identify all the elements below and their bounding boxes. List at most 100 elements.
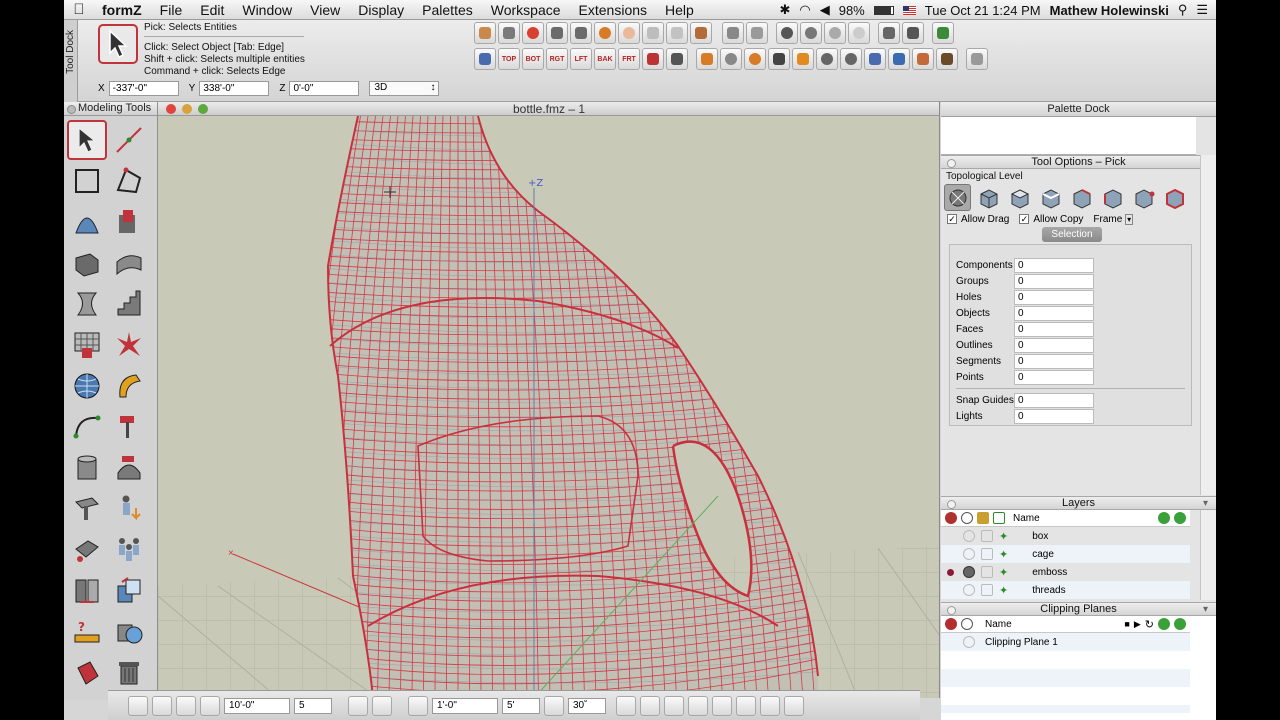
line-tool-icon[interactable] [109, 120, 149, 160]
modeling-tools-title[interactable]: Modeling Tools [64, 102, 157, 116]
layers-title[interactable]: Layers [941, 496, 1216, 510]
loft-tool-icon[interactable] [67, 284, 107, 324]
zoom-all-icon[interactable] [888, 48, 910, 70]
active-column-icon[interactable] [945, 618, 957, 630]
bend-tool-icon[interactable] [109, 366, 149, 406]
zoom-icon[interactable] [816, 48, 838, 70]
clipping-name-header[interactable]: Name [985, 619, 1012, 630]
sphere-tool-icon[interactable] [67, 366, 107, 406]
no-snap-icon[interactable] [616, 695, 636, 716]
battery-icon[interactable] [873, 5, 894, 15]
angle-field[interactable] [568, 697, 606, 714]
tool-options-scrollbar[interactable] [1200, 155, 1216, 495]
snap-face-icon[interactable] [784, 695, 804, 716]
tool-dock-handle[interactable]: Tool Dock [64, 20, 78, 102]
curve-tool-icon[interactable] [67, 407, 107, 447]
lock-column-icon[interactable] [977, 512, 989, 524]
warning-icon[interactable] [348, 695, 368, 716]
input-source-flag-icon[interactable] [902, 5, 916, 15]
allow-drag-checkbox[interactable]: ✓ Allow Drag [947, 214, 1009, 225]
reference-plane-icon[interactable] [176, 695, 196, 716]
shaded-smooth-icon[interactable] [800, 22, 822, 44]
dome-tool-icon[interactable] [67, 202, 107, 242]
topo-automatic-icon[interactable] [944, 184, 971, 211]
snap-icon[interactable]: ✦ [999, 584, 1008, 597]
menu-display[interactable]: Display [349, 2, 413, 18]
mesh-tool-icon[interactable] [67, 325, 107, 365]
figure-tool-icon[interactable] [109, 489, 149, 529]
spotlight-search-icon[interactable]: ⚲ [1178, 2, 1188, 18]
snap-icon[interactable]: ✦ [999, 566, 1008, 579]
menu-app-name[interactable]: formZ [94, 2, 151, 18]
axonometric-icon[interactable] [642, 48, 664, 70]
measure-tool-icon[interactable]: ? [67, 612, 107, 652]
selection-button[interactable]: Selection [1042, 227, 1102, 242]
explode-tool-icon[interactable] [109, 325, 149, 365]
eye-icon[interactable] [963, 566, 975, 578]
view-axes-icon[interactable] [474, 48, 496, 70]
clipping-planes-title[interactable]: Clipping Planes [941, 602, 1216, 616]
layer-row[interactable]: ✦ threads [941, 581, 1190, 599]
mirror-tool-icon[interactable] [67, 571, 107, 611]
3d-scene[interactable]: × +Z [158, 116, 940, 698]
snap-icon[interactable]: ✦ [999, 530, 1008, 543]
deform-tool-icon[interactable] [109, 448, 149, 488]
perspective-icon[interactable] [666, 48, 688, 70]
pan-orbit-icon[interactable] [696, 48, 718, 70]
view-bottom-button[interactable]: BOT [522, 48, 544, 70]
cancel-icon[interactable] [522, 22, 544, 44]
menu-file[interactable]: File [151, 2, 192, 18]
snap-intersection-icon[interactable] [760, 695, 780, 716]
stairs-tool-icon[interactable] [109, 284, 149, 324]
open-folder-icon[interactable] [474, 22, 496, 44]
menu-window[interactable]: Window [233, 2, 301, 18]
move-tool-icon[interactable] [67, 489, 107, 529]
menu-workspace[interactable]: Workspace [482, 2, 570, 18]
eye-icon[interactable] [963, 584, 975, 596]
eye-icon[interactable] [963, 548, 975, 560]
bluetooth-icon[interactable]: ✱ [779, 2, 790, 18]
pick-tool-icon[interactable] [67, 120, 107, 160]
active-column-icon[interactable] [945, 512, 957, 524]
view-right-button[interactable]: RGT [546, 48, 568, 70]
cube-icon[interactable] [902, 22, 924, 44]
coordinate-mode-select[interactable]: 3D ↕ [369, 80, 440, 96]
layer-options-icon[interactable] [1174, 512, 1186, 524]
active-layer-dot-icon[interactable] [947, 568, 954, 576]
snap-size-field[interactable] [432, 697, 498, 714]
film-icon[interactable] [936, 48, 958, 70]
wifi-icon[interactable]: ◠ [799, 2, 810, 18]
snap-icon[interactable]: ✦ [999, 548, 1008, 561]
save-icon[interactable] [546, 22, 568, 44]
battery-text[interactable]: 98% [839, 3, 865, 18]
clipping-plane-row[interactable]: Clipping Plane 1 [941, 633, 1190, 651]
pencil-icon[interactable] [878, 22, 900, 44]
snap-settings-icon[interactable] [408, 695, 428, 716]
block-tool-icon[interactable] [67, 243, 107, 283]
lock-icon[interactable] [981, 548, 993, 560]
hand-select-icon[interactable] [498, 22, 520, 44]
layer-row[interactable]: ✦ box [941, 527, 1190, 545]
menu-help[interactable]: Help [656, 2, 703, 18]
extrude-tool-icon[interactable] [109, 202, 149, 242]
snap-toggle-icon[interactable] [372, 695, 392, 716]
copy-icon[interactable] [666, 22, 688, 44]
z-coordinate-field[interactable] [289, 80, 360, 96]
transform-tool-icon[interactable] [67, 530, 107, 570]
view-top-button[interactable]: TOP [498, 48, 520, 70]
tool-options-title[interactable]: Tool Options – Pick [941, 155, 1216, 169]
y-coordinate-field[interactable] [199, 80, 270, 96]
topo-face-icon[interactable] [1006, 184, 1033, 211]
topo-outline-icon[interactable] [1130, 184, 1157, 211]
wireframe-display-icon[interactable] [722, 22, 744, 44]
cylinder-tool-icon[interactable] [67, 448, 107, 488]
view-settings-icon[interactable] [966, 48, 988, 70]
export-icon[interactable] [932, 22, 954, 44]
layers-scrollbar[interactable] [1200, 510, 1216, 600]
grid-size-field[interactable] [224, 697, 290, 714]
menu-edit[interactable]: Edit [191, 2, 233, 18]
snap-endpoint-icon[interactable] [664, 695, 684, 716]
volume-icon[interactable]: ◀ [820, 2, 830, 18]
layer-row-active[interactable]: ✦ emboss [941, 563, 1190, 581]
menubar-clock[interactable]: Tue Oct 21 1:24 PM [925, 3, 1041, 18]
